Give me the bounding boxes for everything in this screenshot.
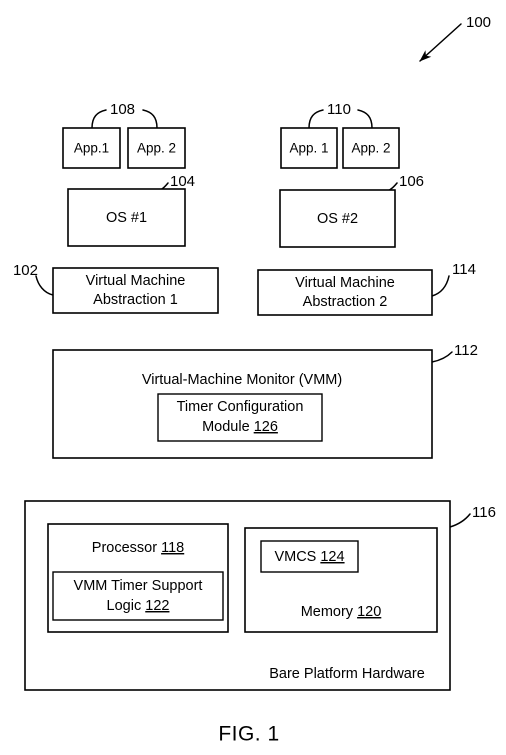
os-box-1-label: OS #1 <box>106 210 147 226</box>
os-box-2-label: OS #2 <box>317 211 358 227</box>
patent-figure-1: 100 108 App.1 App. 2 104 OS #1 102 Virtu… <box>0 0 506 755</box>
processor-label: Processor 118 <box>92 540 184 556</box>
vm-abstraction-box-1: Virtual Machine Abstraction 1 <box>52 267 219 314</box>
ref-label-102: 102 <box>13 262 38 279</box>
leader-curve-hardware <box>449 513 471 528</box>
app-group-left-leader-108: 108 <box>91 101 158 129</box>
system-pointer-arrow <box>419 23 462 62</box>
memory-box: VMCS 124 Memory 120 <box>244 527 438 633</box>
vm-abstraction-box-2-line1: Virtual Machine <box>295 275 395 291</box>
timer-module-label-text: Module <box>202 419 254 435</box>
memory-label-text: Memory <box>301 604 357 620</box>
vm-abstraction-box-1-line1: Virtual Machine <box>86 273 186 289</box>
vmm-timer-support-logic-line1: VMM Timer Support <box>74 578 203 594</box>
vmcs-label: VMCS 124 <box>274 549 344 565</box>
leader-curve-left-app1 <box>91 109 107 129</box>
vma2-leader-114: 114 <box>431 261 476 297</box>
vmm-timer-support-logic-line2: Logic 122 <box>107 598 170 614</box>
ref-label-114: 114 <box>452 261 476 278</box>
app-box-right-2-label: App. 2 <box>351 141 390 156</box>
timer-module-ref-126: 126 <box>254 419 278 435</box>
vmm-title: Virtual-Machine Monitor (VMM) <box>142 372 342 388</box>
timer-configuration-module-box: Timer Configuration Module 126 <box>157 393 323 442</box>
ref-label-112: 112 <box>454 342 478 359</box>
ref-label-106: 106 <box>399 173 424 190</box>
hardware-leader-116: 116 <box>449 504 496 528</box>
app-box-right-2: App. 2 <box>342 127 400 169</box>
leader-curve-vma1 <box>35 275 54 296</box>
os-box-1: OS #1 <box>67 188 186 247</box>
logic-ref-122: 122 <box>145 598 169 614</box>
app-box-left-2: App. 2 <box>127 127 186 169</box>
vmcs-label-text: VMCS <box>274 549 320 565</box>
leader-curve-left-app2 <box>142 109 158 129</box>
leader-curve-vma2 <box>431 275 450 297</box>
app-box-left-1: App.1 <box>62 127 121 169</box>
bare-platform-hardware-label: Bare Platform Hardware <box>269 666 425 682</box>
figure-canvas: 100 108 App.1 App. 2 104 OS #1 102 Virtu… <box>13 14 496 746</box>
vmcs-ref-124: 124 <box>320 549 344 565</box>
processor-ref-118: 118 <box>161 540 184 556</box>
ref-label-116: 116 <box>472 504 496 521</box>
leader-curve-right-app2 <box>357 109 373 129</box>
vmm-timer-support-logic-box: VMM Timer Support Logic 122 <box>52 571 224 621</box>
vm-abstraction-box-2-line2: Abstraction 2 <box>303 294 388 310</box>
ref-label-100: 100 <box>466 14 491 31</box>
leader-curve-vmm <box>431 351 453 363</box>
os-box-2: OS #2 <box>279 189 396 248</box>
timer-configuration-module-line1: Timer Configuration <box>177 399 304 415</box>
leader-curve-right-app1 <box>308 109 324 129</box>
app-box-left-2-label: App. 2 <box>137 141 176 156</box>
logic-label-text: Logic <box>107 598 146 614</box>
vmcs-box: VMCS 124 <box>260 540 359 573</box>
vm-abstraction-box-2: Virtual Machine Abstraction 2 <box>257 269 433 316</box>
app-box-left-1-label: App.1 <box>74 141 109 156</box>
vma1-leader-102: 102 <box>13 262 54 296</box>
app-box-right-1-label: App. 1 <box>289 141 328 156</box>
processor-box: Processor 118 VMM Timer Support Logic 12… <box>47 523 229 633</box>
vmm-leader-112: 112 <box>431 342 478 363</box>
app-group-right-leader-110: 110 <box>308 101 373 129</box>
processor-label-text: Processor <box>92 540 161 556</box>
ref-label-108: 108 <box>110 101 135 118</box>
vm-abstraction-box-1-line2: Abstraction 1 <box>93 292 178 308</box>
ref-label-104: 104 <box>170 173 195 190</box>
vmm-box: Virtual-Machine Monitor (VMM) Timer Conf… <box>52 349 433 459</box>
app-box-right-1: App. 1 <box>280 127 338 169</box>
memory-label: Memory 120 <box>301 604 382 620</box>
timer-configuration-module-line2: Module 126 <box>202 419 278 435</box>
memory-ref-120: 120 <box>357 604 381 620</box>
system-reference-100: 100 <box>419 14 491 62</box>
bare-platform-hardware-box: Bare Platform Hardware Processor 118 VMM… <box>24 500 451 691</box>
ref-label-110: 110 <box>327 101 351 118</box>
figure-caption: FIG. 1 <box>218 723 279 746</box>
